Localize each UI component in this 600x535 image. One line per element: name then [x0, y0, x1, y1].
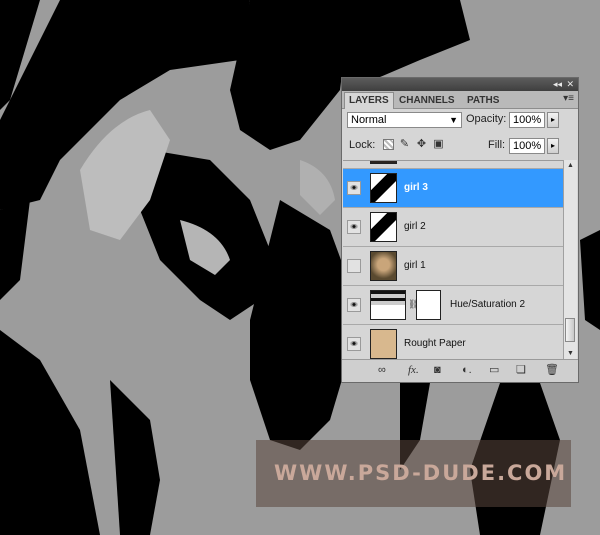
- layer-thumbnail: [370, 329, 397, 359]
- blend-row: Normal ▼ Opacity: 100% ▸: [342, 109, 578, 131]
- scroll-up-icon[interactable]: ▲: [564, 160, 577, 172]
- trash-icon[interactable]: 🗑: [545, 364, 559, 377]
- watermark-text: WWW.PSD-DUDE.COM: [274, 461, 568, 485]
- fill-field[interactable]: 100%: [509, 138, 545, 154]
- visibility-eye-icon[interactable]: [347, 259, 361, 273]
- opacity-label: Opacity:: [466, 113, 507, 125]
- lock-position-icon[interactable]: ✥: [416, 139, 427, 150]
- layer-row-girl-2[interactable]: girl 2: [343, 208, 563, 247]
- fill-arrow-icon[interactable]: ▸: [547, 138, 559, 154]
- opacity-field[interactable]: 100%: [509, 112, 545, 128]
- close-icon[interactable]: ✕: [566, 78, 574, 91]
- layer-row-partial[interactable]: [343, 161, 563, 169]
- layers-list: girl 3 girl 2 girl 1 ⛓ Hue/Saturation 2 …: [343, 160, 563, 361]
- layer-thumbnail: [370, 161, 397, 164]
- tab-channels[interactable]: CHANNELS: [395, 93, 459, 108]
- opacity-arrow-icon[interactable]: ▸: [547, 112, 559, 128]
- adjustment-thumbnail-icon: [370, 290, 406, 320]
- layer-row-girl-1[interactable]: girl 1: [343, 247, 563, 286]
- fx-icon[interactable]: fx.: [408, 364, 419, 377]
- watermark: WWW.PSD-DUDE.COM: [256, 440, 571, 507]
- layer-name: Hue/Saturation 2: [450, 299, 526, 310]
- tab-layers[interactable]: LAYERS: [344, 92, 394, 109]
- new-group-icon[interactable]: ▭: [489, 364, 499, 377]
- panel-bottom-toolbar: ∞ fx. ◙ ◐. ▭ ❏ 🗑: [342, 359, 578, 382]
- blend-mode-value: Normal: [351, 114, 387, 126]
- panel-menu-icon[interactable]: ▾≡: [563, 93, 574, 104]
- blend-mode-select[interactable]: Normal ▼: [347, 112, 462, 128]
- panel-titlebar[interactable]: ◂◂ ✕: [342, 78, 578, 91]
- layers-panel: ◂◂ ✕ LAYERS CHANNELS PATHS ▾≡ Normal ▼ O…: [341, 77, 579, 383]
- lock-row: Lock: ✎ ✥ ▣ Fill: 100% ▸: [342, 135, 578, 157]
- layer-thumbnail: [370, 212, 397, 242]
- layer-thumbnail: [370, 251, 397, 281]
- tab-paths[interactable]: PATHS: [463, 93, 503, 108]
- layers-scrollbar[interactable]: ▲ ▼: [563, 160, 577, 360]
- add-mask-icon[interactable]: ◙: [434, 364, 441, 377]
- layer-name: Rought Paper: [404, 338, 466, 349]
- fill-label: Fill:: [488, 139, 506, 151]
- visibility-eye-icon[interactable]: [347, 298, 361, 312]
- layer-mask-thumbnail: [416, 290, 441, 320]
- layer-row-girl-3[interactable]: girl 3: [343, 169, 563, 208]
- lock-all-icon[interactable]: ▣: [433, 139, 444, 150]
- scrollbar-thumb[interactable]: [565, 318, 575, 342]
- lock-transparency-icon[interactable]: [383, 139, 394, 150]
- visibility-eye-icon[interactable]: [347, 337, 361, 351]
- lock-label: Lock:: [349, 139, 376, 151]
- layer-row-hue-saturation-2[interactable]: ⛓ Hue/Saturation 2: [343, 286, 563, 325]
- adjustment-layer-icon[interactable]: ◐.: [462, 364, 472, 377]
- panel-tabs: LAYERS CHANNELS PATHS ▾≡: [342, 91, 578, 109]
- visibility-eye-icon[interactable]: [347, 181, 361, 195]
- layer-name: girl 1: [404, 260, 426, 271]
- layer-name: girl 2: [404, 221, 426, 232]
- dropdown-arrow-icon: ▼: [449, 115, 458, 125]
- layer-name: girl 3: [404, 182, 428, 193]
- lock-image-icon[interactable]: ✎: [399, 139, 410, 150]
- collapse-icon[interactable]: ◂◂: [553, 78, 562, 91]
- new-layer-icon[interactable]: ❏: [516, 364, 526, 377]
- layer-thumbnail: [370, 173, 397, 203]
- visibility-eye-icon[interactable]: [347, 220, 361, 234]
- link-layers-icon[interactable]: ∞: [378, 364, 386, 377]
- layer-row-rought-paper[interactable]: Rought Paper: [343, 325, 563, 361]
